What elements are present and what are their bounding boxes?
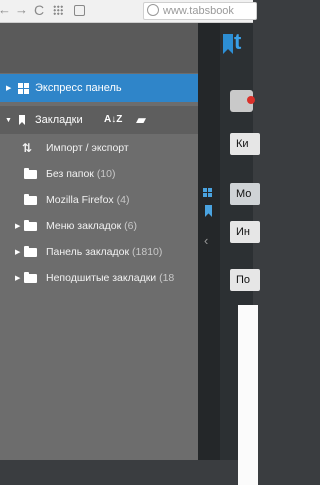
- folder-icon: [24, 220, 37, 231]
- apps-grid-icon[interactable]: [53, 5, 63, 15]
- expand-arrow-icon[interactable]: ▶: [15, 266, 20, 292]
- main-content: t Ки Мо Ин По: [220, 23, 260, 485]
- sort-az-icon[interactable]: A↓Z: [104, 106, 122, 134]
- express-panel-icon: [18, 83, 29, 94]
- content-button-1[interactable]: Ки: [230, 133, 260, 155]
- browser-toolbar: ← → C www.tabsbook: [0, 0, 257, 23]
- expand-arrow-icon[interactable]: ▶: [15, 214, 20, 240]
- address-bar[interactable]: www.tabsbook: [143, 2, 257, 20]
- back-icon[interactable]: ←: [0, 2, 11, 18]
- new-folder-icon[interactable]: ▰: [136, 106, 146, 134]
- logo-text: t: [234, 29, 242, 54]
- tree-item-label: Импорт / экспорт: [46, 142, 129, 154]
- tree-item-label: Без папок: [46, 168, 94, 180]
- content-panel: [238, 305, 258, 485]
- tree-item-count: (6): [124, 220, 137, 232]
- content-button-2[interactable]: Мо: [230, 183, 260, 205]
- bookmarks-header[interactable]: ▼ Закладки A↓Z ▰: [0, 106, 198, 134]
- tree-item-import-export[interactable]: ⇅ Импорт / экспорт: [0, 135, 198, 161]
- reload-icon[interactable]: C: [34, 2, 44, 18]
- express-panel-label: Экспресс панель: [35, 82, 122, 94]
- tree-item-bookmarks-toolbar[interactable]: ▶ Панель закладок (1810): [0, 239, 198, 265]
- bookmark-icon: [19, 115, 25, 125]
- bookmarks-sidebar: ▶ Экспресс панель ▼ Закладки A↓Z ▰ ⇅ Имп…: [0, 23, 198, 460]
- bookmark-icon[interactable]: [205, 205, 212, 217]
- folder-icon: [24, 272, 37, 283]
- bookmarks-label: Закладки: [35, 114, 83, 126]
- logo-icon: [223, 34, 233, 54]
- express-panel-item[interactable]: ▶ Экспресс панель: [0, 74, 198, 102]
- tree-item-unsorted-bookmarks[interactable]: ▶ Неподшитые закладки (18: [0, 265, 198, 291]
- tree-item-count: (4): [116, 194, 130, 206]
- tree-item-count: (1810): [132, 246, 163, 258]
- sidebar-header-area: [0, 23, 198, 73]
- tree-item-label: Mozilla Firefox: [46, 194, 114, 206]
- sidebar-toggle-strip: ‹: [198, 23, 220, 460]
- tree-item-label: Неподшитые закладки: [46, 272, 157, 284]
- tree-item-count: (10): [96, 168, 116, 180]
- content-button-4[interactable]: По: [230, 269, 260, 291]
- tree-item-no-folder[interactable]: Без папок (10): [0, 161, 198, 187]
- tree-item-mozilla-firefox[interactable]: Mozilla Firefox (4): [0, 187, 198, 213]
- forward-icon[interactable]: →: [15, 2, 28, 18]
- tree-item-label: Панель закладок: [46, 246, 130, 258]
- content-button-3[interactable]: Ин: [230, 221, 260, 243]
- folder-icon: [24, 168, 37, 179]
- address-text: www.tabsbook: [163, 5, 234, 17]
- site-icon[interactable]: [74, 5, 85, 16]
- tree-item-count: (18: [159, 272, 175, 284]
- folder-icon: [24, 246, 37, 257]
- tree-item-bookmarks-menu[interactable]: ▶ Меню закладок (6): [0, 213, 198, 239]
- collapse-arrow-icon[interactable]: ▼: [5, 107, 12, 135]
- page-info-icon[interactable]: [147, 4, 159, 17]
- tree-item-label: Меню закладок: [46, 220, 122, 232]
- expand-arrow-icon[interactable]: ▶: [15, 240, 20, 266]
- import-export-icon: ⇅: [22, 141, 33, 155]
- collapse-sidebar-icon[interactable]: ‹: [204, 233, 208, 248]
- notification-dot: [247, 96, 255, 104]
- expand-arrow-icon[interactable]: ▶: [6, 75, 11, 103]
- folder-icon: [24, 194, 37, 205]
- express-panel-icon[interactable]: [203, 188, 212, 197]
